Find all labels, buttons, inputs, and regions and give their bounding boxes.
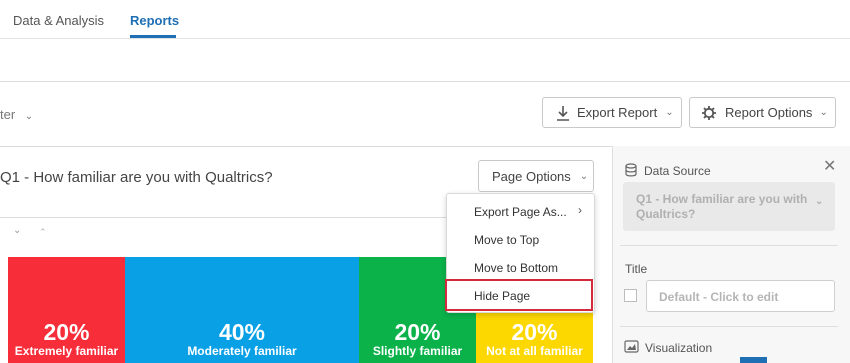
bar-value-label: 20%: [511, 319, 558, 345]
page-title: Q1 - How familiar are you with Qualtrics…: [0, 169, 273, 186]
visualization-icon: [624, 340, 639, 353]
chevron-right-icon: ›: [578, 203, 582, 217]
visualization-label: Visualization: [645, 341, 713, 355]
bar-category-label: Moderately familiar: [187, 344, 297, 358]
export-report-button[interactable]: Export Report ⌄: [542, 97, 682, 128]
page-options-button[interactable]: Page Options ⌄: [478, 160, 594, 192]
menu-item-move-to-bottom[interactable]: Move to Bottom: [447, 254, 594, 282]
title-input[interactable]: Default - Click to edit: [646, 280, 835, 312]
gear-icon: [702, 105, 716, 120]
active-tab-indicator: [130, 35, 176, 38]
data-source-value: Q1 - How familiar are you with Qualtrics…: [636, 192, 808, 221]
bar-category-label: Slightly familiar: [372, 344, 463, 358]
divider: [620, 326, 838, 327]
page-options-label: Page Options: [492, 168, 571, 184]
bar-value-label: 20%: [43, 319, 90, 345]
bar-moderately-familiar: 40% Moderately familiar: [125, 257, 359, 363]
tab-data-analysis[interactable]: Data & Analysis: [13, 13, 104, 28]
download-icon: [557, 105, 569, 121]
divider: [0, 81, 850, 82]
menu-item-label: Move to Bottom: [474, 261, 559, 275]
close-icon[interactable]: ✕: [823, 156, 836, 176]
sort-up-icon[interactable]: ⌃: [39, 227, 47, 238]
chevron-down-icon: ⌄: [815, 196, 824, 207]
tab-reports[interactable]: Reports: [130, 13, 179, 28]
menu-item-label: Export Page As...: [474, 205, 567, 219]
menu-item-export-page-as[interactable]: Export Page As... ›: [447, 198, 594, 226]
page-options-menu: Export Page As... › Move to Top Move to …: [446, 193, 595, 313]
divider: [620, 245, 838, 246]
bar-value-label: 20%: [394, 319, 441, 345]
export-report-label: Export Report: [577, 105, 658, 120]
divider: [0, 146, 612, 147]
title-checkbox[interactable]: [624, 289, 637, 302]
sort-down-icon[interactable]: ⌄: [13, 225, 21, 236]
report-options-label: Report Options: [725, 105, 813, 120]
bar-category-label: Extremely familiar: [14, 344, 119, 358]
menu-item-label: Hide Page: [474, 289, 531, 303]
divider: [0, 217, 446, 218]
filter-dropdown[interactable]: ter ⌄: [0, 107, 33, 122]
top-nav: Data & Analysis Reports: [0, 0, 850, 39]
chevron-down-icon: ⌄: [24, 111, 34, 122]
menu-item-label: Move to Top: [474, 233, 540, 247]
filter-label: ter: [0, 107, 16, 122]
title-label: Title: [625, 262, 648, 276]
bar-extremely-familiar: 20% Extremely familiar: [8, 257, 125, 363]
chevron-down-icon: ⌄: [819, 107, 828, 118]
menu-item-move-to-top[interactable]: Move to Top: [447, 226, 594, 254]
chevron-down-icon: ⌄: [579, 170, 589, 182]
bar-category-label: Not at all familiar: [486, 344, 583, 358]
chevron-down-icon: ⌄: [665, 107, 674, 118]
database-icon: [625, 163, 637, 177]
visualization-option[interactable]: [740, 357, 767, 363]
bar-value-label: 40%: [218, 319, 266, 345]
properties-panel: [612, 146, 850, 363]
report-options-button[interactable]: Report Options ⌄: [689, 97, 836, 128]
data-source-select[interactable]: Q1 - How familiar are you with Qualtrics…: [623, 182, 835, 231]
menu-item-hide-page[interactable]: Hide Page: [447, 282, 594, 310]
data-source-label: Data Source: [644, 164, 711, 178]
